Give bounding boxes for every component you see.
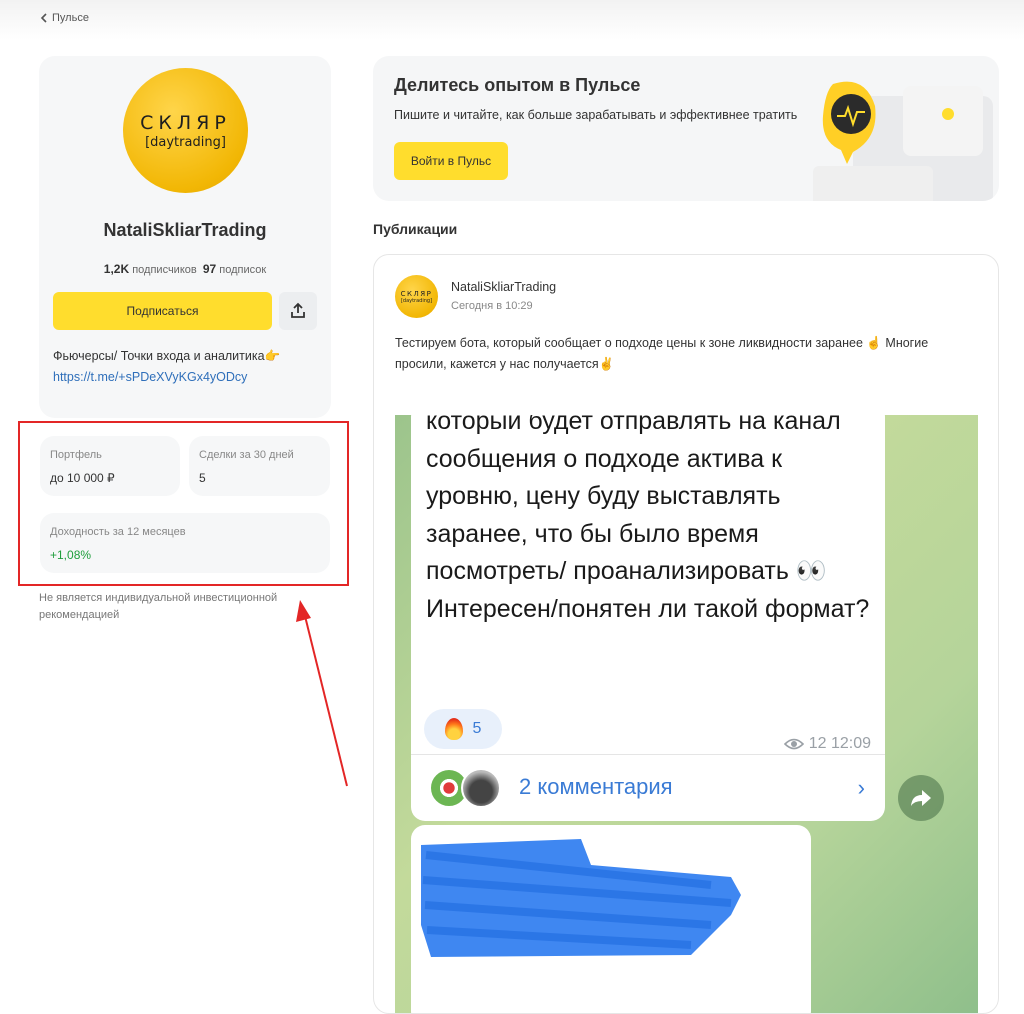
promo-banner: Делитесь опытом в Пульсе Пишите и читайт… <box>373 56 999 201</box>
chevron-left-icon <box>40 13 47 23</box>
fire-reaction: 5 <box>424 709 502 749</box>
views-time-text: 12 12:09 <box>808 735 871 752</box>
profile-card: СКЛЯР [daytrading] NataliSkliarTrading 1… <box>39 56 331 418</box>
back-link-label: Пульсе <box>52 12 89 24</box>
pulse-login-button[interactable]: Войти в Пульс <box>394 142 508 180</box>
following-label: подписок <box>219 264 267 276</box>
forward-icon <box>911 790 931 806</box>
forward-button <box>898 775 944 821</box>
chevron-right-icon: › <box>857 775 865 800</box>
profile-bio: Фьючерсы/ Точки входа и аналитика👉 https… <box>53 346 318 388</box>
publications-title: Публикации <box>373 221 458 237</box>
following-count[interactable]: 97 <box>203 262 216 276</box>
profile-name: NataliSkliarTrading <box>103 220 267 240</box>
telegram-message-bubble-redacted <box>411 825 811 1013</box>
fire-icon <box>444 718 463 740</box>
promo-description: Пишите и читайте, как больше зарабатыват… <box>394 108 798 122</box>
bio-text: Фьючерсы/ Точки входа и аналитика👉 <box>53 349 281 363</box>
top-bar <box>0 0 1024 40</box>
followers-count[interactable]: 1,2K <box>104 262 129 276</box>
telegram-message-text: который будет отправлять на канал сообще… <box>426 415 870 623</box>
eye-icon <box>783 738 804 750</box>
post-time: Сегодня в 10:29 <box>451 300 533 312</box>
share-button[interactable] <box>279 292 317 330</box>
reaction-count: 5 <box>472 720 482 737</box>
commenter-avatar <box>461 768 501 808</box>
telegram-message-bubble: который будет отправлять на канал сообще… <box>411 415 885 821</box>
profile-avatar: СКЛЯР [daytrading] <box>123 68 248 193</box>
post-author-avatar[interactable]: СКЛЯР [daytrading] <box>395 275 438 318</box>
followers-label: подписчиков <box>132 264 197 276</box>
promo-title: Делитесь опытом в Пульсе <box>394 75 641 95</box>
comments-link: 2 комментария <box>519 774 673 799</box>
red-highlight-box <box>18 421 349 586</box>
bio-link[interactable]: https://t.me/+sPDeXVyKGx4yODcy <box>53 367 318 388</box>
post-author-name[interactable]: NataliSkliarTrading <box>451 280 556 294</box>
share-icon <box>291 302 305 318</box>
promo-illustration <box>813 81 993 201</box>
views-time: 12 12:09 <box>783 735 871 753</box>
telegram-screenshot: который будет отправлять на канал сообще… <box>395 415 978 1013</box>
comments-divider <box>411 754 885 755</box>
subscribe-button[interactable]: Подписаться <box>53 292 272 330</box>
back-link[interactable]: Пульсе <box>40 12 89 24</box>
redaction-scribble <box>421 839 741 957</box>
post-card: СКЛЯР [daytrading] NataliSkliarTrading С… <box>373 254 999 1014</box>
post-text: Тестируем бота, который сообщает о подхо… <box>395 336 929 371</box>
disclaimer-text: Не является индивидуальной инвестиционно… <box>39 592 278 621</box>
profile-stats: 1,2K подписчиков 97 подписок <box>39 262 331 276</box>
